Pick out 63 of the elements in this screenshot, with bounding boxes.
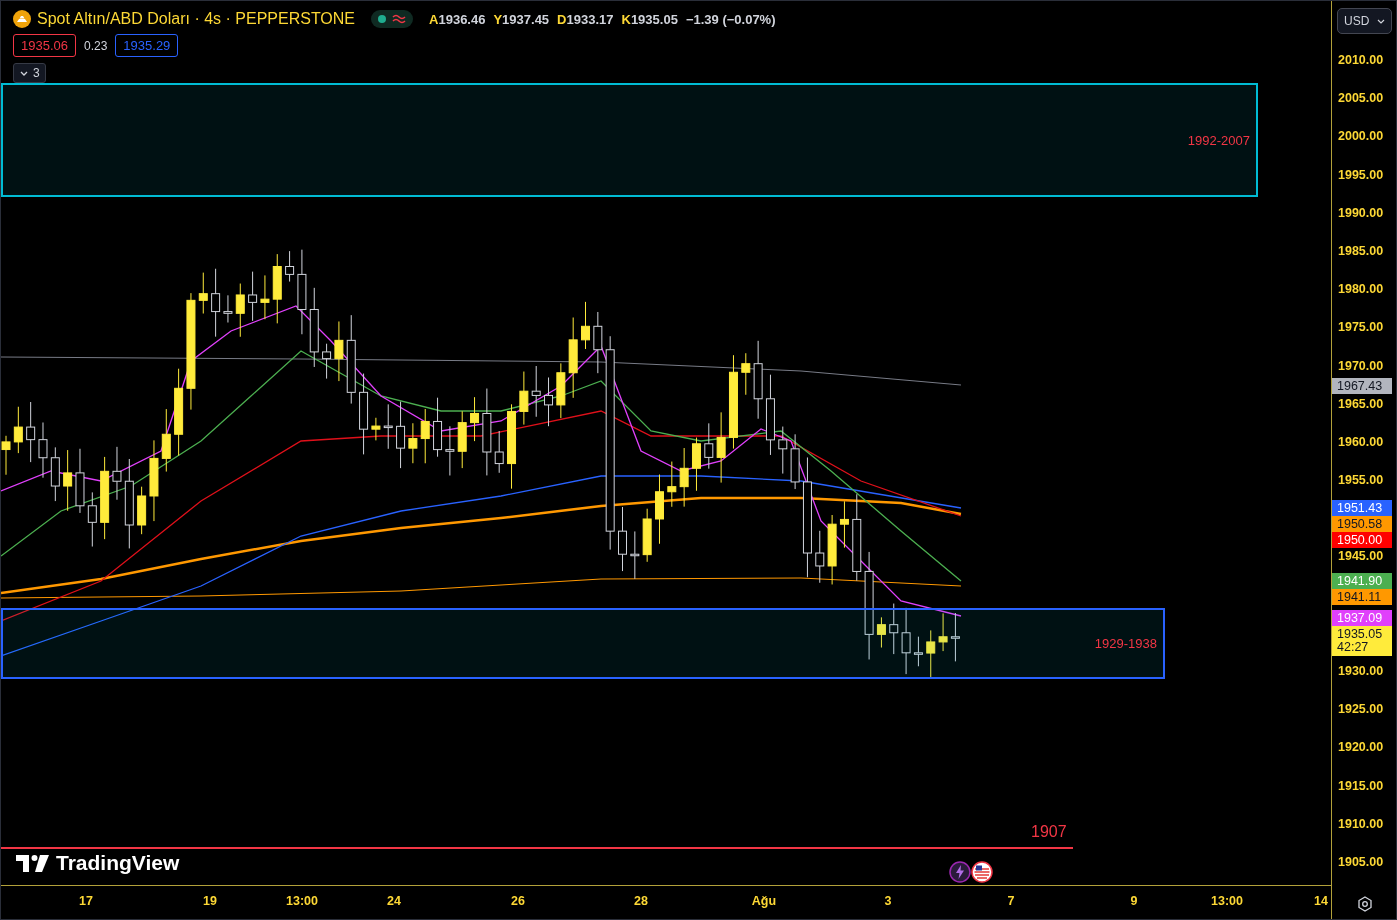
price-label-value: 1941.90 [1337, 574, 1384, 589]
market-status-pill[interactable] [371, 10, 414, 28]
time-tick: 28 [634, 894, 648, 908]
price-label-value: 1950.00 [1337, 533, 1384, 548]
price-tick: 2000.00 [1338, 129, 1384, 144]
zone-label: 1929-1938 [1094, 635, 1157, 651]
price-tick: 1965.00 [1338, 396, 1384, 411]
price-label-value: 1951.43 [1337, 501, 1384, 516]
time-tick: 14 [1314, 894, 1328, 908]
price-label-value: 1935.05 [1337, 626, 1384, 641]
spread-value: 0.23 [84, 38, 108, 53]
price-tick: 2005.00 [1338, 91, 1384, 106]
price-tick: 1955.00 [1338, 473, 1384, 488]
time-tick: Ağu [751, 894, 777, 908]
time-tick: 26 [511, 894, 525, 908]
zone-label: 1992-2007 [1187, 132, 1250, 148]
symbol-title[interactable]: Spot Altın/ABD Doları · 4s · PEPPERSTONE [37, 10, 356, 28]
price-tick: 1990.00 [1338, 205, 1384, 220]
ohlc-value: Y1937.45 [493, 11, 550, 27]
indicators-toggle-button[interactable]: 3 [13, 63, 46, 83]
price-label-value: 1941.11 [1337, 590, 1383, 605]
price-tick: 1945.00 [1338, 549, 1384, 564]
sell-price-button[interactable]: 1935.06 [13, 34, 76, 57]
price-tick: 1925.00 [1338, 702, 1384, 717]
price-label-value: 1950.58 [1337, 517, 1384, 532]
price-change: −1.39 (−0.07%) [685, 11, 776, 27]
time-tick: 17 [79, 894, 93, 908]
price-tick: 1930.00 [1338, 664, 1384, 679]
time-tick: 9 [1130, 894, 1138, 908]
coin-icon [13, 10, 31, 28]
brand-name: TradingView [56, 851, 180, 875]
ohlc-value: K1935.05 [621, 11, 678, 27]
caret-icon [1377, 17, 1386, 25]
price-tick: 2010.00 [1338, 53, 1384, 67]
settings-icon[interactable] [1356, 894, 1374, 913]
price-label-value: 1937.09 [1337, 610, 1384, 625]
ohlc-value: D1933.17 [557, 11, 614, 27]
price-tick: 1975.00 [1338, 320, 1384, 335]
time-tick: 7 [1007, 894, 1015, 908]
price-tick: 1915.00 [1338, 778, 1384, 793]
wave-icon [392, 13, 407, 25]
tradingview-logo-icon [16, 853, 50, 873]
price-tick: 1920.00 [1338, 740, 1384, 755]
currency-button[interactable]: USD [1337, 8, 1393, 34]
price-tick: 1980.00 [1338, 282, 1384, 297]
time-tick: 24 [387, 894, 401, 908]
time-tick: 13:00 [286, 894, 318, 908]
price-tick: 1905.00 [1338, 855, 1384, 869]
ohlc-value: A1936.46 [429, 11, 486, 27]
price-tick: 1910.00 [1338, 816, 1384, 831]
lightning-event-icon[interactable] [949, 861, 971, 883]
price-tick: 1985.00 [1338, 243, 1384, 258]
buy-price-button[interactable]: 1935.29 [115, 34, 179, 57]
price-label-value: 1967.43 [1337, 379, 1384, 394]
price-tick: 1995.00 [1338, 167, 1384, 182]
time-tick: 3 [884, 894, 892, 908]
flag-event-icon[interactable] [971, 861, 993, 883]
level-label: 1907 [1031, 822, 1067, 841]
time-tick: 19 [203, 894, 217, 908]
price-tick: 1960.00 [1338, 434, 1384, 449]
time-tick: 13:00 [1211, 894, 1243, 908]
price-tick: 1970.00 [1338, 358, 1384, 373]
bar-countdown: 42:27 [1337, 640, 1370, 655]
